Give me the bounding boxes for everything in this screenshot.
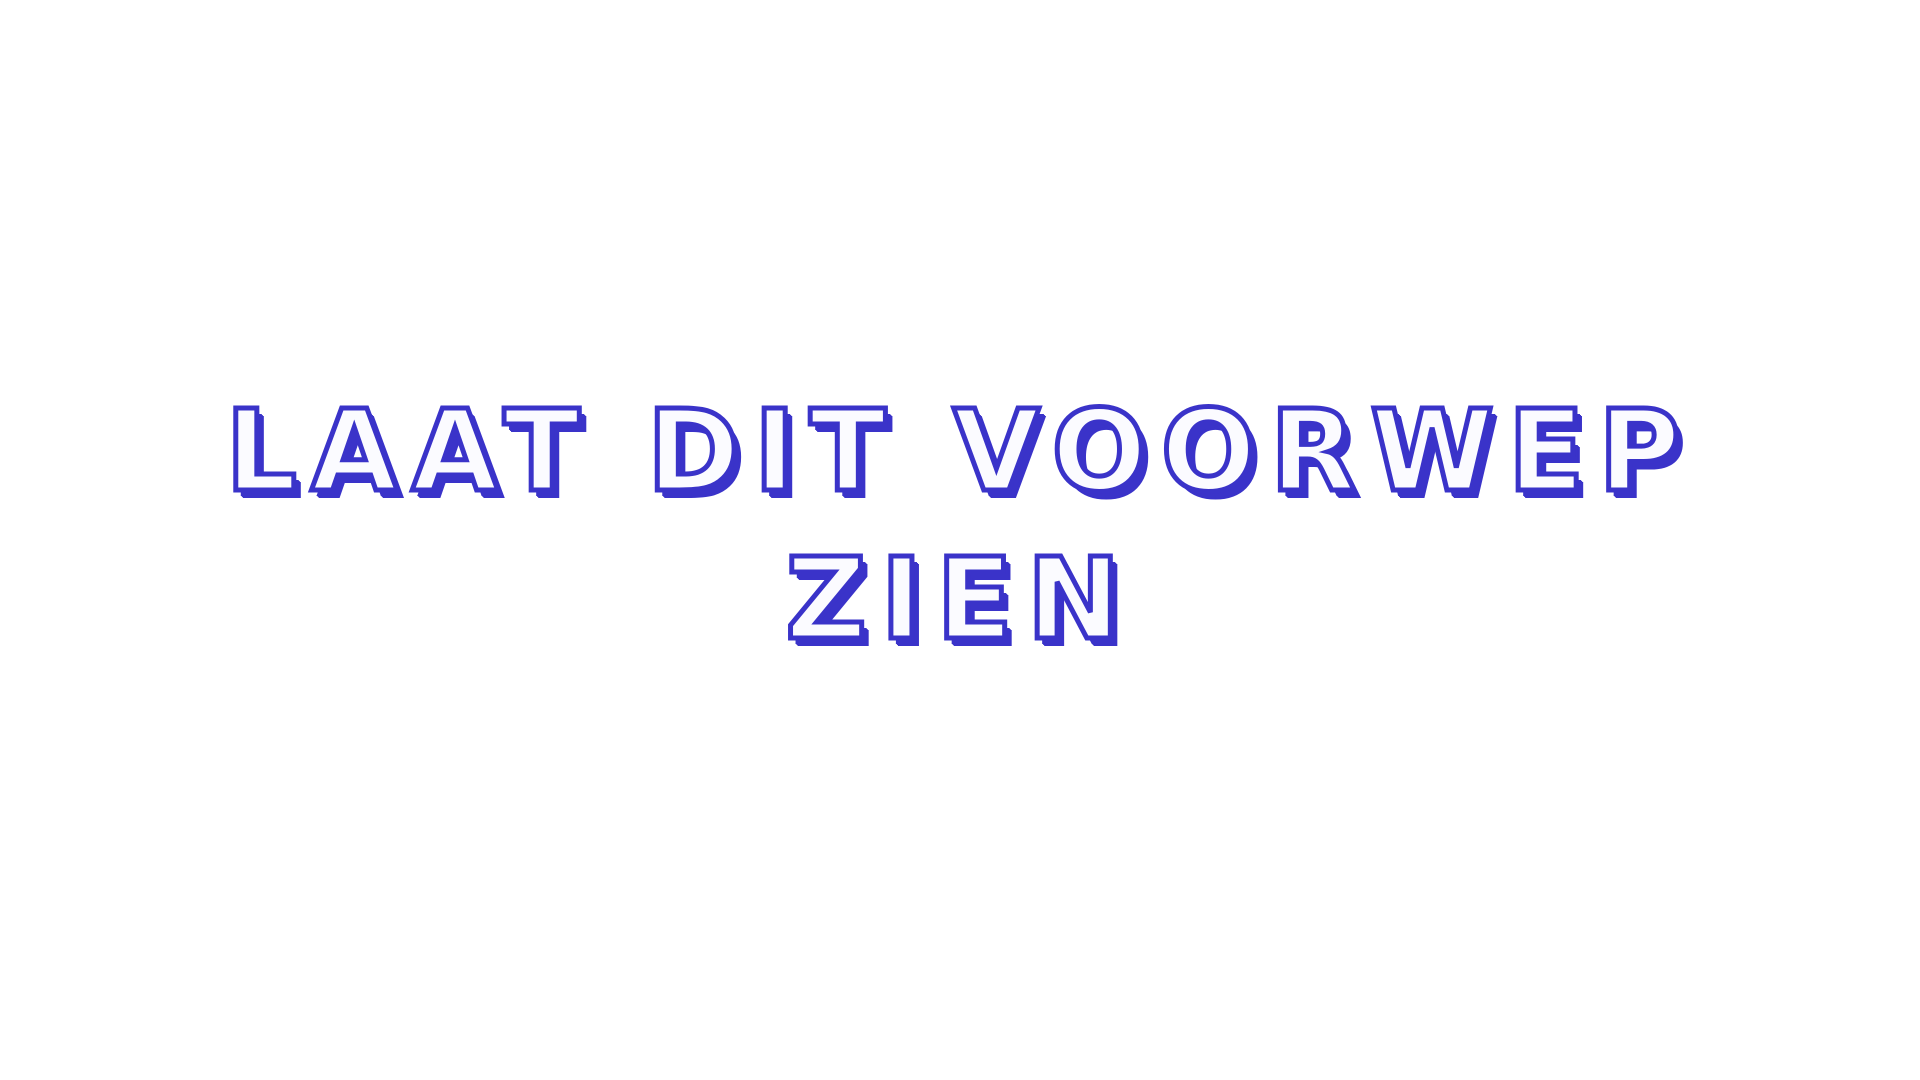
preview-canvas: laat dit voorwep zien bbox=[0, 0, 1920, 1080]
font-preview-text: laat dit voorwep zien bbox=[0, 378, 1920, 674]
preview-line-2: zien bbox=[783, 533, 1135, 668]
preview-line-1: laat dit voorwep bbox=[223, 385, 1695, 520]
